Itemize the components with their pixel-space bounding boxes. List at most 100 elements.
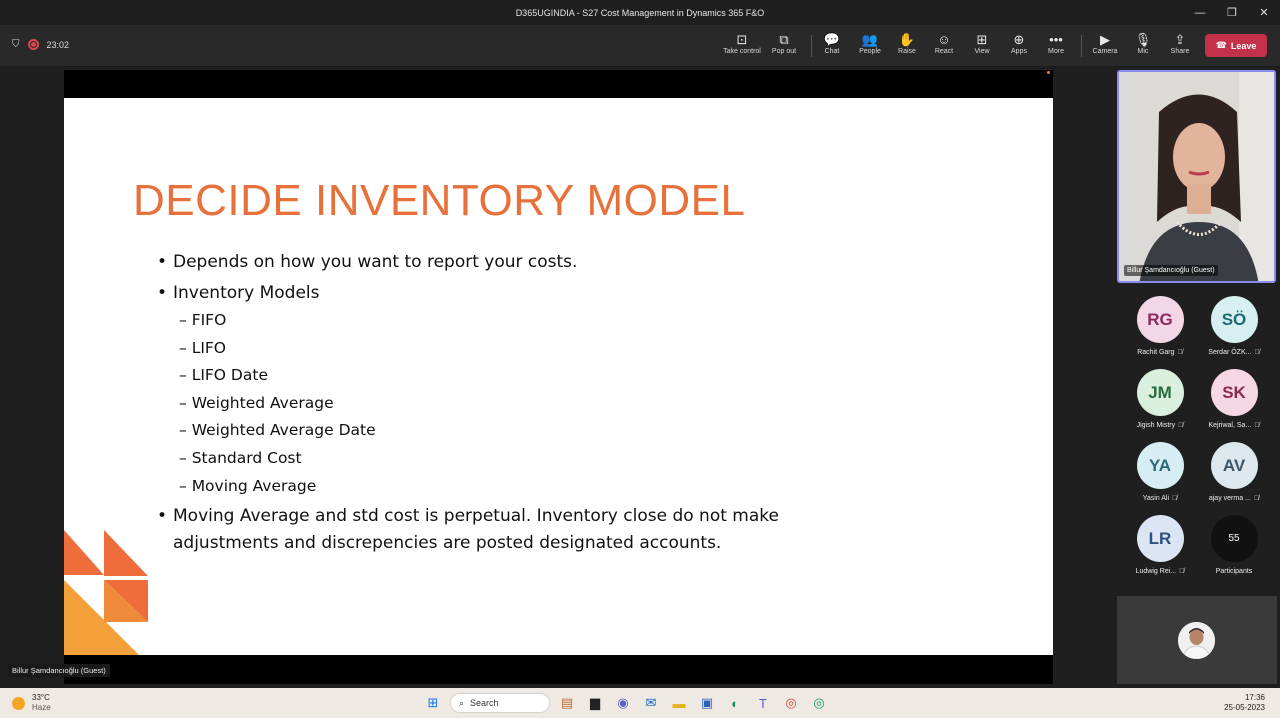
take-control-button[interactable]: ⊡ Take control [722,32,762,55]
self-avatar [1178,622,1215,659]
camera-button[interactable]: ▶ Camera [1085,32,1125,55]
raise-hand-icon: ✋ [898,32,916,47]
window-title: D365UGINDIA - S27 Cost Management in Dyn… [515,7,765,18]
window-controls: — ❐ ✕ [1184,0,1280,25]
meeting-status: ⛉ 23:02 [12,39,69,50]
title-bar: D365UGINDIA - S27 Cost Management in Dyn… [0,0,1280,25]
weather-widget[interactable]: 33°C Haze [12,693,51,713]
teams-chat-icon[interactable]: ◉ [612,692,634,714]
presenter-video[interactable]: Billur Şamdancıoğlu (Guest) [1117,70,1276,283]
participant-name: Kejriwal, Sa... 🎙̸ [1208,422,1260,429]
file-explorer-icon[interactable]: ▬ [668,692,690,714]
avatar: AV [1210,442,1258,489]
apps-icon: ⊕ [1013,32,1025,47]
participant-tile[interactable]: AV ajay verma ... 🎙̸ [1194,442,1274,502]
model-list-item: – LIFO [179,338,227,357]
toolbar-button-label: Mic [1137,48,1149,55]
presentation-slide: DECIDE INVENTORY MODEL • Depends on how y… [64,98,1053,655]
participant-tile[interactable]: SK Kejriwal, Sa... 🎙̸ [1194,369,1274,429]
presenter-video-feed [1119,72,1274,281]
chat-icon: 💬 [823,32,841,47]
outlook-icon[interactable]: ✉ [640,692,662,714]
toolbar-button-label: React [934,48,954,55]
bullet: • Depends on how you want to report your … [157,252,578,272]
search-icon: ⌕ [459,697,465,708]
participant-tile[interactable]: YA Yasin Ali 🎙̸ [1120,442,1200,502]
more-button[interactable]: ••• More [1036,32,1076,55]
more-icon: ••• [1049,32,1063,47]
chrome-profile-icon[interactable]: ◎ [808,692,830,714]
apps-button[interactable]: ⊕ Apps [999,32,1039,55]
avatar: 55 [1210,515,1258,562]
share-icon: ⇪ [1174,32,1186,47]
leave-button[interactable]: ☎ Leave [1205,34,1267,57]
mic-off-icon: 🎙̸ [1254,422,1260,429]
system-clock[interactable]: 17:36 25-05-2023 [1224,693,1265,713]
pop-out-button[interactable]: ⧉ Pop out [764,32,804,55]
people-button[interactable]: 👥 People [850,32,890,55]
participant-name: ajay verma ... 🎙̸ [1208,495,1260,502]
meeting-toolbar: ⛉ 23:02 ⊡ Take control ⧉ Pop out 💬 Chat 👥 Peopl… [0,25,1280,67]
mic-off-icon: 🎙̸ [1177,349,1183,356]
windows-taskbar: 33°C Haze ⊞ ⌕ Search ▤ ▆ ◉ ✉ ▬ ▣ ◐ T ◎ ◎ … [0,688,1280,718]
store-icon[interactable]: ▣ [696,692,718,714]
chrome-icon[interactable]: ◎ [780,692,802,714]
presenter-video-label: Billur Şamdancıoğlu (Guest) [1124,265,1218,276]
slide-title: DECIDE INVENTORY MODEL [133,176,746,225]
toolbar-button-label: More [1048,48,1064,55]
chat-button[interactable]: 💬 Chat [812,32,852,55]
toolbar-button-label: Chat [824,48,840,55]
taskbar-search[interactable]: ⌕ Search [450,693,550,713]
model-list-item: – FIFO [179,311,227,329]
bullet: • Inventory Models [157,283,320,303]
mic-off-icon: 🎙̸ [1179,568,1185,575]
participant-tile[interactable]: LR Ludwig Rei... 🎙̸ [1120,515,1200,575]
slide-bullets: • Depends on how you want to report your … [157,251,857,566]
windows-start-icon[interactable]: ⊞ [422,692,444,714]
minimize-icon[interactable]: — [1184,0,1216,25]
react-button[interactable]: ☺ React [924,32,964,55]
avatar: LR [1136,515,1184,562]
participant-name: Serdar ÖZK... 🎙̸ [1208,349,1260,356]
raise-button[interactable]: ✋ Raise [887,32,927,55]
presenter-indicator [1047,71,1050,74]
share-button[interactable]: ⇪ Share [1160,32,1200,55]
toolbar-button-label: Pop out [771,48,797,55]
take-control-icon: ⊡ [736,32,748,47]
participant-tile[interactable]: JM Jigish Mistry 🎙̸ [1120,369,1200,429]
presenter-label: Billur Şamdancıoğlu (Guest) [8,664,110,677]
model-list-item: – Moving Average [179,476,317,495]
mic-off-icon: 🎙 [1134,32,1152,47]
leave-label: Leave [1230,40,1257,51]
edge-icon[interactable]: ◐ [724,692,746,714]
view-button[interactable]: ⊞ View [962,32,1002,55]
shared-screen: DECIDE INVENTORY MODEL • Depends on how y… [64,70,1053,684]
toolbar-button-label: Apps [1011,48,1027,55]
participant-tile[interactable]: RG Rachit Garg 🎙̸ [1120,296,1200,356]
avatar: SK [1210,369,1258,416]
toolbar-button-label: Share [1170,48,1190,55]
close-icon[interactable]: ✕ [1248,0,1280,25]
people-icon: 👥 [861,32,879,47]
toolbar-divider [811,35,812,57]
mic-off-icon: 🎙̸ [1178,422,1184,429]
mic-button[interactable]: 🎙 Mic [1123,32,1163,55]
participants-overflow-tile[interactable]: 55 Participants [1194,515,1274,575]
taskbar-apps: ⊞ ⌕ Search ▤ ▆ ◉ ✉ ▬ ▣ ◐ T ◎ ◎ [422,692,830,714]
toolbar-button-label: Take control [723,48,761,55]
participant-tile[interactable]: SÖ Serdar ÖZK... 🎙̸ [1194,296,1274,356]
task-view-icon[interactable]: ▆ [584,692,606,714]
slide-decoration [64,530,148,655]
participant-name: Jigish Mistry 🎙̸ [1136,422,1184,429]
shield-icon: ⛉ [12,39,20,50]
toolbar-divider [1081,35,1082,57]
widgets-icon[interactable]: ▤ [556,692,578,714]
toolbar-button-label: Raise [898,48,916,55]
avatar: JM [1136,369,1184,416]
phone-hangup-icon: ☎ [1215,40,1227,50]
view-icon: ⊞ [976,32,988,47]
model-list-item: – Weighted Average [179,393,334,412]
teams-icon[interactable]: T [752,692,774,714]
mic-off-icon: 🎙̸ [1254,349,1260,356]
restore-icon[interactable]: ❐ [1216,0,1248,25]
